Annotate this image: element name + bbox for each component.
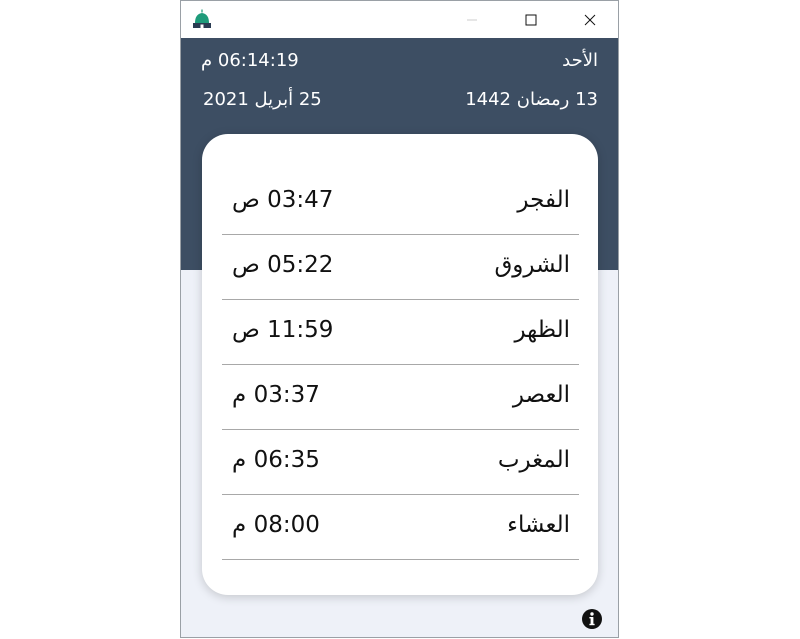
close-button[interactable] — [567, 1, 613, 38]
prayer-time: 03:37 م — [232, 382, 320, 408]
prayer-time: 11:59 ص — [232, 317, 334, 343]
gregorian-date: 25 أبريل 2021 — [203, 89, 322, 110]
prayer-name: العشاء — [507, 512, 570, 538]
prayer-time: 06:35 م — [232, 447, 320, 473]
close-icon — [584, 14, 596, 25]
prayer-name: الفجر — [517, 187, 570, 213]
minimize-button[interactable] — [449, 1, 495, 38]
title-bar[interactable] — [181, 1, 618, 38]
prayer-name: الظهر — [514, 317, 570, 343]
maximize-icon — [525, 14, 537, 25]
info-icon[interactable] — [581, 608, 603, 630]
current-time: 06:14:19 م — [201, 50, 299, 71]
prayer-name: العصر — [512, 382, 570, 408]
prayer-time: 03:47 ص — [232, 187, 334, 213]
prayer-row-asr: العصر 03:37 م — [222, 365, 579, 430]
mosque-icon — [193, 9, 211, 28]
prayer-row-isha: العشاء 08:00 م — [222, 495, 579, 560]
prayer-name: المغرب — [497, 447, 570, 473]
day-name: الأحد — [562, 50, 598, 71]
prayer-name: الشروق — [494, 252, 570, 278]
prayer-time: 05:22 ص — [232, 252, 334, 278]
maximize-button[interactable] — [508, 1, 554, 38]
prayer-times-card: الفجر 03:47 ص الشروق 05:22 ص الظهر 11:59… — [202, 134, 598, 595]
prayer-row-dhuhr: الظهر 11:59 ص — [222, 300, 579, 365]
prayer-row-maghrib: المغرب 06:35 م — [222, 430, 579, 495]
app-window: الأحد 06:14:19 م 13 رمضان 1442 25 أبريل … — [180, 0, 619, 638]
prayer-time: 08:00 م — [232, 512, 320, 538]
prayer-row-fajr: الفجر 03:47 ص — [222, 170, 579, 235]
prayer-row-shurooq: الشروق 05:22 ص — [222, 235, 579, 300]
minimize-icon — [467, 19, 477, 20]
hijri-date: 13 رمضان 1442 — [465, 89, 598, 110]
